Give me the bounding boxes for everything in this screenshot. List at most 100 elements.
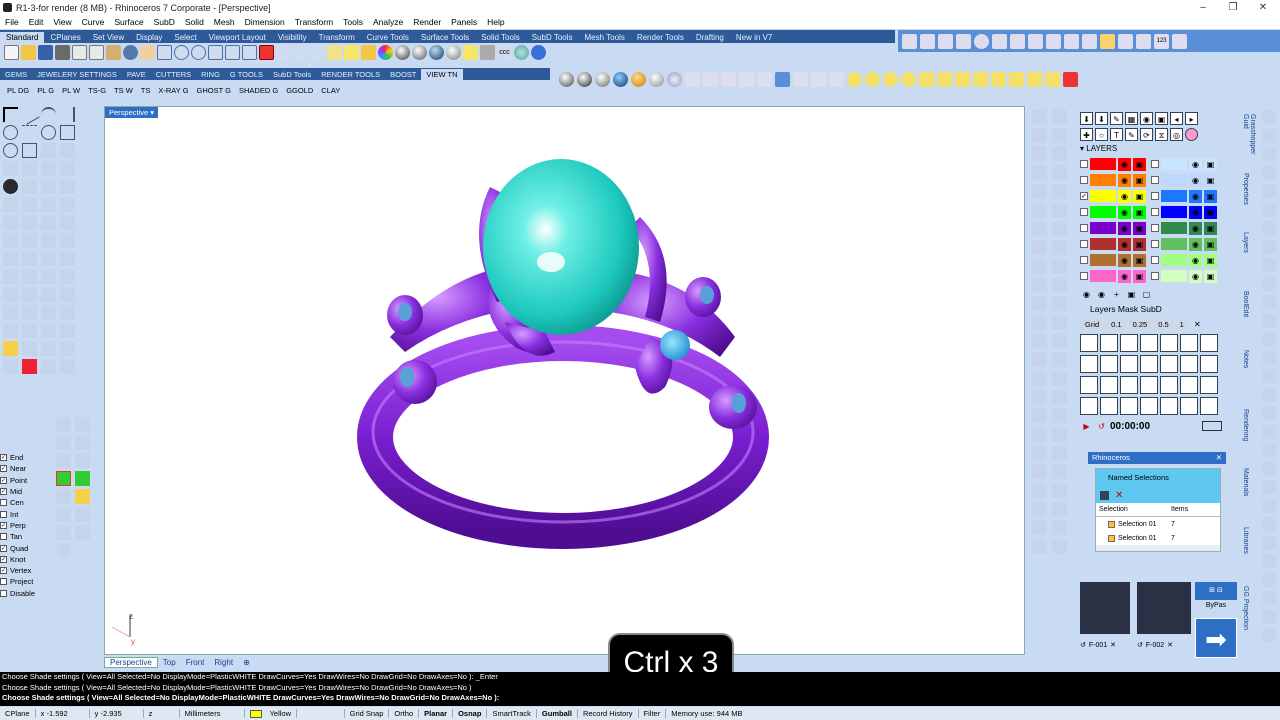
ungroup-icon[interactable]: [60, 214, 75, 230]
eye-icon[interactable]: ◉: [1189, 173, 1202, 187]
shaded-icon[interactable]: [577, 71, 592, 87]
fill-icon[interactable]: [1052, 483, 1067, 498]
gumball-toggle[interactable]: Gumball: [537, 709, 578, 718]
point-cloud-icon[interactable]: [3, 304, 18, 320]
layer-color-swatch[interactable]: [1161, 238, 1187, 250]
layer-row[interactable]: ◉ ▣ ◉ ▣: [1077, 220, 1240, 236]
right-tool-icon[interactable]: [1262, 110, 1276, 124]
ghost-sphere-icon[interactable]: [667, 71, 682, 87]
snap-k-icon[interactable]: [1160, 375, 1178, 394]
zoom-selected-icon[interactable]: [225, 45, 240, 60]
reset-timer-icon[interactable]: ↺: [1095, 420, 1108, 433]
menu-mesh[interactable]: Mesh: [209, 17, 240, 27]
table-row[interactable]: Selection 01 7: [1096, 531, 1220, 545]
display-ts-g-button[interactable]: TS-G: [84, 86, 110, 95]
eye-icon[interactable]: ◉: [1189, 269, 1202, 283]
offset-icon[interactable]: [1010, 33, 1025, 49]
snap-point-icon[interactable]: [1100, 333, 1118, 352]
lattice-icon[interactable]: [75, 416, 90, 432]
zoom-window-icon[interactable]: [191, 45, 206, 60]
snap-i-icon[interactable]: [1120, 375, 1138, 394]
layer-checkbox[interactable]: [1080, 208, 1088, 216]
layer-checkbox[interactable]: [1151, 224, 1159, 232]
thumb-settings[interactable]: ⊞ ⊟: [1195, 582, 1237, 600]
bulb-off-icon[interactable]: [901, 71, 916, 87]
lock-select-icon[interactable]: [955, 71, 970, 87]
grid-0-25-button[interactable]: 0.25: [1128, 318, 1152, 330]
menu-view[interactable]: View: [48, 17, 76, 27]
drop-icon[interactable]: [1032, 464, 1047, 480]
mesh-icon[interactable]: [22, 160, 37, 176]
vtab-2[interactable]: Layers: [1242, 232, 1249, 287]
rotate-icon[interactable]: [1064, 33, 1079, 49]
yellow-box-icon[interactable]: [75, 488, 90, 504]
snap-p-icon[interactable]: [1120, 396, 1138, 415]
grid-snap-toggle[interactable]: Grid Snap: [345, 709, 390, 718]
display-pl-dg-button[interactable]: PL DG: [3, 86, 33, 95]
layer-checkbox[interactable]: [1151, 240, 1159, 248]
layer-checkbox[interactable]: [1151, 192, 1159, 200]
layer-checkbox[interactable]: [1080, 240, 1088, 248]
bulb-select-icon[interactable]: [883, 71, 898, 87]
units-label[interactable]: Millimeters: [180, 709, 245, 718]
grid-snap-icon[interactable]: [22, 214, 37, 230]
eye-icon[interactable]: ◉: [1118, 173, 1131, 187]
eye-icon[interactable]: ◉: [1189, 189, 1202, 203]
pencil-icon[interactable]: [3, 340, 18, 356]
right-tool-icon[interactable]: [1262, 369, 1276, 383]
osnap-near[interactable]: ✓ Near: [0, 463, 50, 474]
next-arrow-button[interactable]: ➡: [1195, 618, 1237, 658]
display-ts-button[interactable]: TS: [137, 86, 155, 95]
table-row[interactable]: Selection 01 7: [1096, 517, 1220, 531]
layer-color-swatch[interactable]: [1161, 174, 1187, 186]
close-button[interactable]: ✕: [1248, 0, 1278, 15]
isolate-icon[interactable]: [1027, 71, 1042, 87]
analyze-icon[interactable]: [22, 340, 37, 356]
ccc-icon[interactable]: ccc: [497, 45, 512, 60]
menu-panels[interactable]: Panels: [446, 17, 482, 27]
tab-viewport-layout[interactable]: Viewport Layout: [203, 32, 272, 43]
snapshot-icon[interactable]: [793, 71, 808, 87]
grid-0-5-button[interactable]: 0.5: [1154, 318, 1173, 330]
bezel-icon[interactable]: [1032, 314, 1047, 330]
tools-icon[interactable]: [480, 45, 495, 60]
history-icon[interactable]: [3, 358, 18, 374]
snap-q-icon[interactable]: [1160, 396, 1178, 415]
vp-tab-front[interactable]: Front: [181, 658, 210, 667]
text-icon[interactable]: [22, 286, 37, 302]
array-icon[interactable]: [22, 196, 37, 212]
layer-row[interactable]: ◉ ▣ ◉ ▣: [1077, 172, 1240, 188]
vtab-3[interactable]: BoolEdit: [1242, 291, 1249, 346]
right-tool-icon[interactable]: [1262, 461, 1276, 476]
layer-color-swatch[interactable]: [1090, 158, 1116, 170]
layer-checkbox[interactable]: [1080, 224, 1088, 232]
tab-surface-tools[interactable]: Surface Tools: [415, 32, 475, 43]
select-all-icon[interactable]: [293, 45, 308, 60]
link-icon[interactable]: [1032, 221, 1047, 237]
curvature-icon[interactable]: [41, 358, 56, 374]
silver-sphere-icon[interactable]: [649, 71, 664, 87]
lock-icon[interactable]: ▣: [1204, 173, 1217, 187]
bend-icon[interactable]: [22, 322, 37, 338]
extrude-icon[interactable]: [60, 142, 75, 158]
help-icon[interactable]: [531, 45, 546, 60]
blob-icon[interactable]: [1032, 296, 1047, 311]
layout-icon[interactable]: [811, 71, 826, 87]
menu-solid[interactable]: Solid: [180, 17, 209, 27]
layer-color-swatch[interactable]: [1161, 158, 1187, 170]
xray-icon[interactable]: [685, 71, 700, 87]
right-tool-icon[interactable]: [1262, 424, 1276, 439]
arrow-right-icon[interactable]: ▸: [1185, 111, 1198, 125]
undo-icon[interactable]: [123, 45, 138, 60]
star-icon[interactable]: [1032, 426, 1047, 442]
lock-icon[interactable]: ▣: [1204, 157, 1217, 171]
record-history-toggle[interactable]: Record History: [578, 709, 639, 718]
layer-row[interactable]: ◉ ▣ ◉ ▣: [1077, 268, 1240, 284]
pull-icon[interactable]: [41, 304, 56, 320]
tab-transform[interactable]: Transform: [313, 32, 361, 43]
cplane-icon[interactable]: [310, 45, 325, 60]
unlock-objects-icon[interactable]: [937, 71, 952, 87]
egg-icon[interactable]: [1052, 520, 1067, 536]
padlock-icon[interactable]: [991, 71, 1006, 87]
right-tool-icon[interactable]: [1262, 387, 1276, 402]
